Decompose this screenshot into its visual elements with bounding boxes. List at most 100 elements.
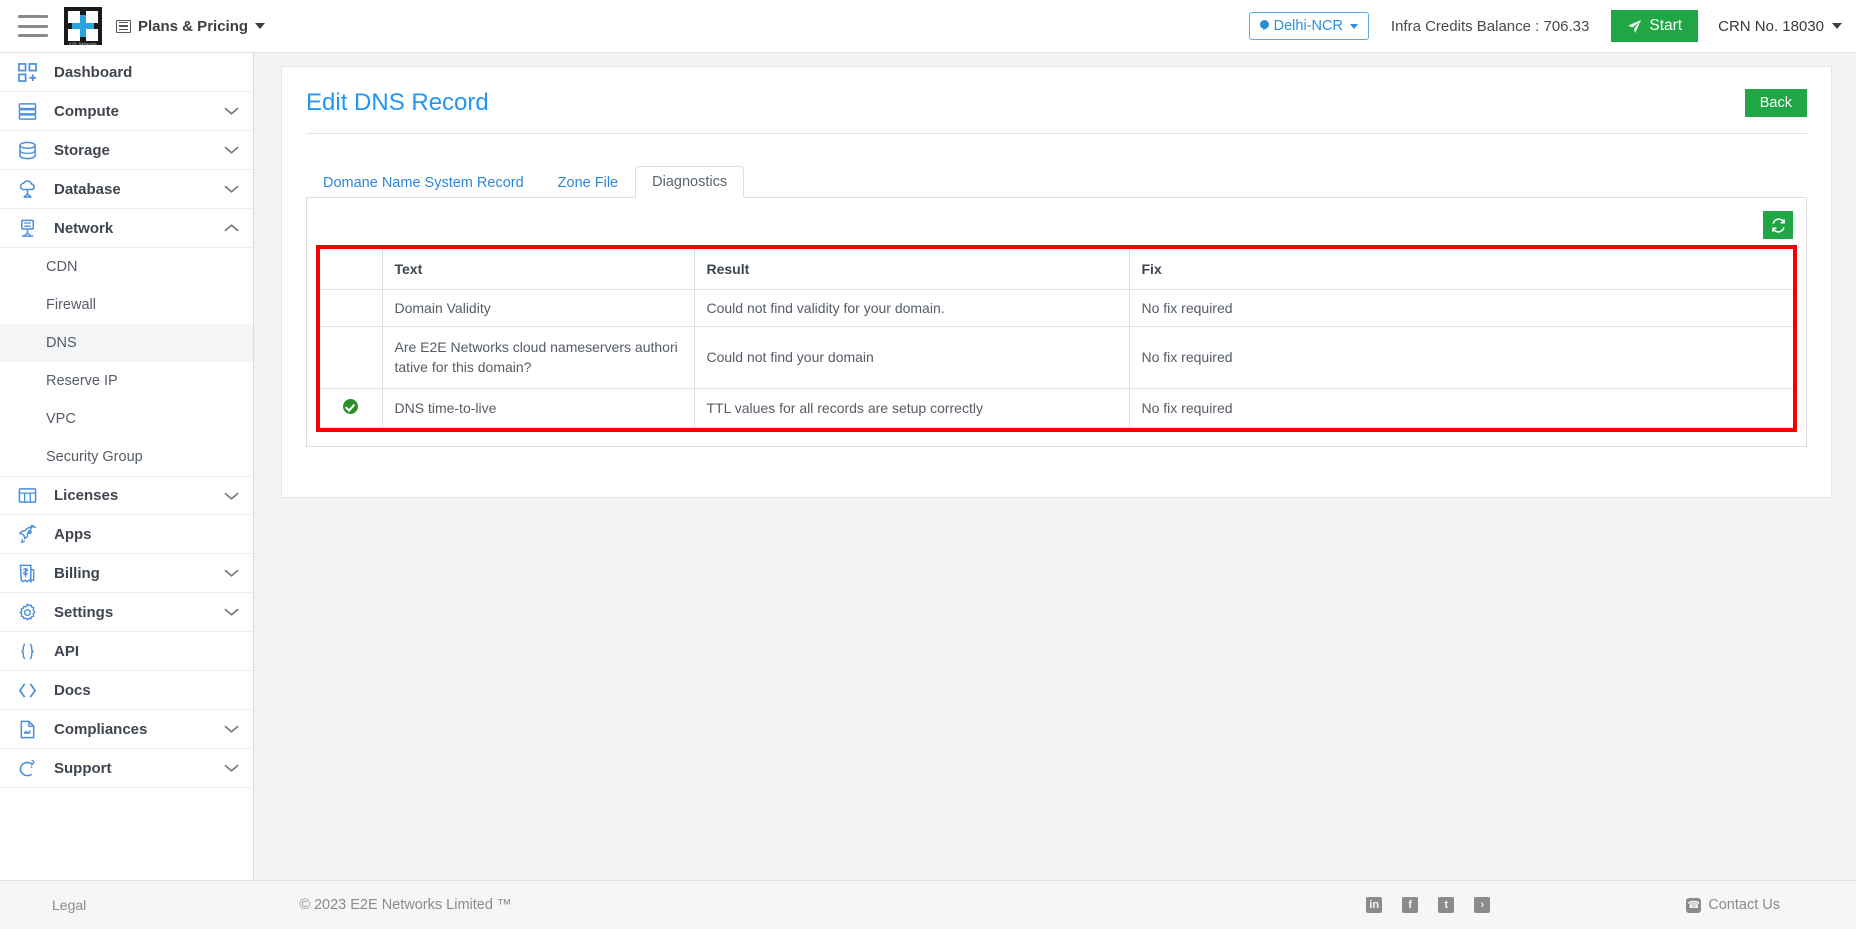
refresh-icon — [1771, 217, 1785, 233]
tab-diagnostics[interactable]: Diagnostics — [635, 166, 745, 198]
row-text-cell: Are E2E Networks cloud nameservers autho… — [381, 326, 695, 389]
chevron-down-icon[interactable] — [224, 184, 239, 194]
table-header-row: Text Result Fix — [320, 249, 1793, 290]
sidebar-item-label: Database — [54, 180, 121, 198]
sidebar-item-label: Compliances — [54, 720, 148, 738]
refresh-button[interactable] — [1763, 211, 1793, 239]
row-result-cell: TTL values for all records are setup cor… — [693, 387, 1130, 428]
sidebar-item-api[interactable]: API — [0, 632, 253, 671]
sidebar-item-dashboard[interactable]: Dashboard — [0, 53, 253, 92]
sidebar-item-dns[interactable]: DNS — [0, 324, 253, 362]
chevron-up-icon[interactable] — [224, 223, 239, 233]
chevron-down-icon — [1349, 23, 1358, 29]
brand-logo[interactable]: E2E Networks — [64, 7, 102, 46]
chevron-down-icon[interactable] — [224, 568, 239, 578]
diagnostics-panel: Text Result Fix Domain Validity Could no… — [306, 197, 1807, 447]
sidebar-subitem-label: DNS — [46, 335, 77, 351]
row-status-cell — [320, 289, 383, 327]
start-button[interactable]: Start — [1611, 10, 1699, 42]
twitter-icon[interactable]: t — [1438, 897, 1455, 913]
plans-and-pricing-menu[interactable]: Plans & Pricing — [116, 18, 266, 35]
footer-social-links: in f t › ☎ Contact Us — [1366, 897, 1856, 913]
sidebar-subitem-label: Reserve IP — [46, 373, 118, 389]
top-bar-right: Delhi-NCR Infra Credits Balance : 706.33… — [1248, 10, 1856, 42]
page-header: Edit DNS Record Back — [282, 67, 1831, 117]
content-card: Edit DNS Record Back Domane Name System … — [281, 66, 1832, 498]
back-button[interactable]: Back — [1744, 89, 1807, 117]
diagnostics-table-wrapper: Text Result Fix Domain Validity Could no… — [316, 245, 1797, 432]
sidebar-item-compliances[interactable]: Compliances — [0, 710, 253, 749]
panel-toolbar — [320, 211, 1793, 239]
column-header-status — [320, 249, 383, 290]
chevron-down-icon[interactable] — [224, 763, 239, 773]
sidebar-item-label: Network — [54, 219, 114, 237]
tab-bar: Domane Name System Record Zone File Diag… — [306, 166, 1831, 198]
chevron-down-icon[interactable] — [224, 106, 239, 116]
region-selector[interactable]: Delhi-NCR — [1248, 12, 1369, 40]
row-text-cell: DNS time-to-live — [381, 387, 695, 428]
sidebar-item-vpc[interactable]: VPC — [0, 400, 253, 438]
crn-label: CRN No. 18030 — [1718, 17, 1824, 35]
crn-menu[interactable]: CRN No. 18030 — [1718, 18, 1842, 35]
sidebar-item-label: Settings — [54, 603, 114, 621]
row-result-cell: Could not find your domain — [693, 326, 1130, 389]
table-row: Are E2E Networks cloud nameservers autho… — [320, 326, 1793, 389]
sidebar-subitem-label: VPC — [46, 411, 76, 427]
chevron-down-icon[interactable] — [224, 724, 239, 734]
contact-us-link[interactable]: ☎ Contact Us — [1686, 897, 1780, 913]
row-fix-cell: No fix required — [1128, 387, 1793, 428]
storage-icon — [18, 141, 44, 160]
location-pin-icon — [1259, 19, 1269, 33]
sidebar-item-label: Billing — [54, 564, 100, 582]
tab-domain-name-system-record[interactable]: Domane Name System Record — [306, 167, 541, 198]
phone-icon: ☎ — [1686, 897, 1702, 913]
sidebar-item-label: Apps — [54, 525, 92, 543]
page-title: Edit DNS Record — [306, 89, 489, 116]
compliances-doc-icon — [18, 720, 44, 739]
brand-logo-label: E2E Networks — [69, 41, 97, 46]
sidebar-item-cdn[interactable]: CDN — [0, 248, 253, 286]
column-header-fix: Fix — [1128, 249, 1793, 290]
licenses-icon — [18, 486, 44, 505]
facebook-icon[interactable]: f — [1402, 897, 1419, 913]
gear-icon — [18, 602, 44, 622]
chevron-down-icon[interactable] — [224, 607, 239, 617]
sidebar-item-docs[interactable]: Docs — [0, 671, 253, 710]
sidebar-item-storage[interactable]: Storage — [0, 131, 253, 170]
chevron-down-icon[interactable] — [224, 491, 239, 501]
sidebar-item-billing[interactable]: Billing — [0, 554, 253, 593]
hamburger-icon[interactable] — [18, 15, 48, 37]
table-row: Domain Validity Could not find validity … — [320, 289, 1793, 327]
row-status-cell — [320, 326, 383, 389]
sidebar-item-firewall[interactable]: Firewall — [0, 286, 253, 324]
sidebar-item-network[interactable]: Network — [0, 209, 253, 248]
sidebar-item-label: Compute — [54, 102, 119, 120]
row-status-cell — [320, 387, 383, 428]
dashboard-icon — [18, 62, 44, 82]
tab-zone-file[interactable]: Zone File — [541, 167, 635, 198]
database-icon — [18, 179, 44, 199]
footer-legal-link[interactable]: Legal — [52, 897, 86, 913]
compute-icon — [18, 102, 44, 121]
linkedin-icon[interactable]: in — [1366, 897, 1383, 913]
row-fix-cell: No fix required — [1128, 326, 1793, 389]
sidebar-item-compute[interactable]: Compute — [0, 92, 253, 131]
sidebar-item-security-group[interactable]: Security Group — [0, 438, 253, 476]
start-button-label: Start — [1649, 17, 1683, 34]
sidebar-subitem-label: Security Group — [46, 449, 143, 465]
sidebar-item-licenses[interactable]: Licenses — [0, 476, 253, 515]
sidebar-item-support[interactable]: Support — [0, 749, 253, 788]
sidebar-item-apps[interactable]: Apps — [0, 515, 253, 554]
sidebar-item-settings[interactable]: Settings — [0, 593, 253, 632]
row-text-cell: Domain Validity — [381, 289, 695, 327]
diagnostics-table: Text Result Fix Domain Validity Could no… — [320, 249, 1793, 428]
sidebar-item-label: Docs — [54, 681, 91, 699]
infra-credits-balance: Infra Credits Balance : 706.33 — [1390, 17, 1590, 35]
chevron-down-icon[interactable] — [224, 145, 239, 155]
rss-icon[interactable]: › — [1474, 897, 1491, 913]
main-content: Edit DNS Record Back Domane Name System … — [254, 53, 1856, 880]
support-chat-icon — [18, 759, 44, 778]
sidebar-item-reserve-ip[interactable]: Reserve IP — [0, 362, 253, 400]
table-row: DNS time-to-live TTL values for all reco… — [320, 387, 1793, 428]
sidebar-item-database[interactable]: Database — [0, 170, 253, 209]
